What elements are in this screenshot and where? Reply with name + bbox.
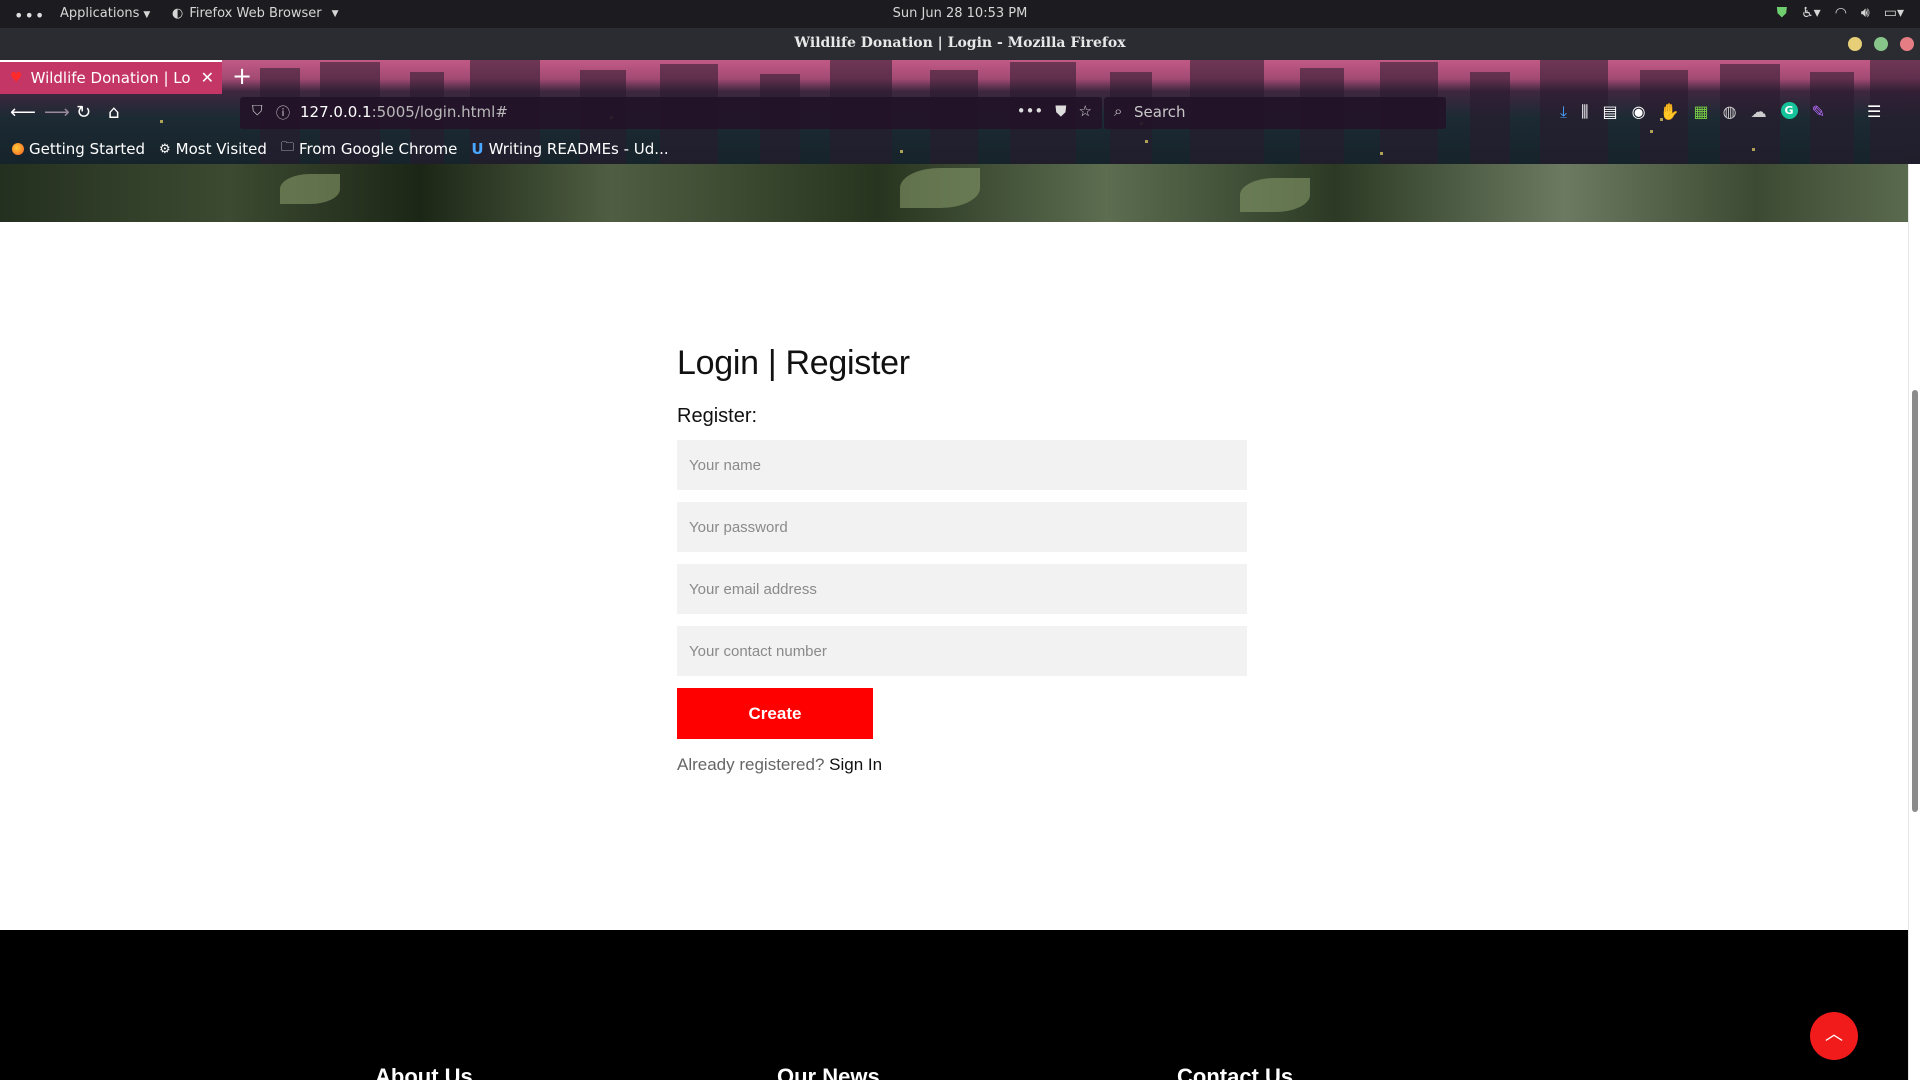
bookmark-writing-readmes[interactable]: U Writing READMEs - Ud...	[471, 140, 668, 158]
url-host: 127.0.0.1	[300, 103, 372, 121]
tab-title: Wildlife Donation | Log	[30, 69, 191, 87]
bookmark-getting-started[interactable]: Getting Started	[12, 140, 145, 158]
window-title: Wildlife Donation | Login - Mozilla Fire…	[794, 35, 1126, 51]
page-actions-icon[interactable]: •••	[1017, 102, 1044, 120]
back-arrow-icon[interactable]: ⟵	[10, 102, 36, 123]
extension-icon[interactable]: ☁	[1751, 102, 1767, 122]
chevron-down-icon: ▼	[143, 10, 151, 20]
tracking-shield-icon[interactable]: ⛉	[252, 103, 263, 119]
contact-number-field[interactable]	[677, 626, 1247, 676]
system-tray[interactable]: ⛊ ♿▾ ◠ 🔊︎ ▭▾	[1777, 5, 1904, 21]
bookmark-star-icon[interactable]: ☆	[1079, 102, 1092, 120]
close-tab-icon[interactable]: ✕	[201, 68, 214, 87]
close-window-button[interactable]	[1900, 37, 1914, 51]
register-form: Login | Register Register: Create Alread…	[677, 344, 1247, 775]
extension-icon[interactable]: ◍	[1723, 102, 1737, 122]
accessibility-icon[interactable]: ♿▾	[1801, 5, 1821, 21]
url-text[interactable]: 127.0.0.1:5005/login.html#	[300, 103, 508, 121]
footer: About Us Our News Contact Us	[0, 930, 1908, 1080]
toolbar-icons: ⤓ ⫼ ▤ ◉ ✋ ▦ ◍ ☁ G ✎ ☰	[1560, 102, 1881, 122]
udacity-icon: U	[471, 140, 484, 158]
navigation-toolbar: ⟵ ⟶ ↻ ⌂ ⛉ ⓘ 127.0.0.1:5005/login.html# •…	[0, 94, 1920, 134]
account-icon[interactable]: ◉	[1632, 102, 1646, 122]
search-icon: ⌕	[1114, 102, 1123, 120]
leaf-decoration	[900, 168, 980, 208]
home-icon[interactable]: ⌂	[108, 102, 119, 123]
gear-icon: ⚙	[158, 141, 171, 157]
scroll-to-top-button[interactable]: ︿	[1810, 1012, 1858, 1060]
window-titlebar: Wildlife Donation | Login - Mozilla Fire…	[0, 28, 1920, 60]
applications-label: Applications	[60, 6, 140, 21]
already-registered-row: Already registered? Sign In	[677, 755, 1247, 775]
forward-arrow-icon[interactable]: ⟶	[44, 102, 70, 123]
folder-icon: 🗀	[280, 140, 294, 155]
email-field[interactable]	[677, 564, 1247, 614]
password-field[interactable]	[677, 502, 1247, 552]
heart-icon: ♥	[10, 70, 23, 86]
leaf-decoration	[280, 174, 340, 204]
create-button[interactable]: Create	[677, 688, 873, 739]
chevron-up-icon: ︿	[1825, 1024, 1843, 1045]
system-top-bar: ••• Applications ▼ ◐ Firefox Web Browser ▼ …	[0, 0, 1920, 28]
footer-news-heading: Our News	[777, 1064, 880, 1080]
wifi-icon[interactable]: ◠	[1835, 5, 1847, 21]
new-tab-button[interactable]: +	[232, 62, 252, 90]
url-path: :5005/login.html#	[371, 103, 508, 121]
page-viewport: Login | Register Register: Create Alread…	[0, 164, 1908, 1080]
bookmark-most-visited[interactable]: ⚙ Most Visited	[159, 140, 267, 158]
name-field[interactable]	[677, 440, 1247, 490]
footer-contact-heading: Contact Us	[1177, 1064, 1294, 1080]
firefox-icon	[12, 143, 24, 155]
extension-icon[interactable]: ▦	[1693, 102, 1708, 122]
activities-button[interactable]: •••	[14, 6, 45, 25]
register-label: Register:	[677, 405, 758, 427]
already-registered-text: Already registered?	[677, 755, 825, 774]
pocket-icon[interactable]: ⛊	[1055, 102, 1066, 120]
applications-menu[interactable]: Applications ▼	[60, 6, 150, 21]
tab-active[interactable]: ♥ Wildlife Donation | Log ✕	[0, 60, 222, 94]
extension-icon[interactable]: ✋	[1660, 102, 1680, 122]
sign-in-link[interactable]: Sign In	[829, 755, 882, 774]
volume-icon[interactable]: 🔊︎	[1861, 5, 1870, 21]
bookmark-label: Getting Started	[29, 140, 145, 158]
bookmark-folder-google-chrome[interactable]: 🗀 From Google Chrome	[281, 138, 457, 160]
extension-icon[interactable]: ✎	[1812, 102, 1825, 122]
menu-icon[interactable]: ☰	[1867, 102, 1881, 122]
site-info-icon[interactable]: ⓘ	[276, 103, 290, 123]
battery-icon[interactable]: ▭▾	[1884, 5, 1904, 21]
shield-icon[interactable]: ⛊	[1777, 5, 1788, 21]
download-icon[interactable]: ⤓	[1560, 102, 1567, 122]
hero-image-strip	[0, 164, 1908, 222]
app-menu-firefox[interactable]: ◐ Firefox Web Browser ▼	[172, 6, 339, 21]
app-name-label: Firefox Web Browser	[189, 6, 322, 21]
maximize-button[interactable]	[1874, 37, 1888, 51]
search-placeholder: Search	[1134, 103, 1186, 121]
search-bar[interactable]: ⌕ Search	[1104, 97, 1446, 129]
library-icon[interactable]: ⫼	[1581, 102, 1588, 122]
page-title: Login | Register	[677, 344, 910, 382]
browser-chrome: ♥ Wildlife Donation | Log ✕ + ⟵ ⟶ ↻ ⌂ ⛉ …	[0, 60, 1920, 164]
sidebar-icon[interactable]: ▤	[1602, 102, 1617, 122]
grammarly-icon[interactable]: G	[1780, 102, 1798, 119]
leaf-decoration	[1240, 178, 1310, 212]
url-actions: ••• ⛊ ☆	[1017, 102, 1092, 120]
bookmark-label: Writing READMEs - Ud...	[488, 140, 669, 158]
bookmarks-toolbar: Getting Started ⚙ Most Visited 🗀 From Goog…	[0, 134, 1920, 164]
bookmark-label: Most Visited	[175, 140, 267, 158]
scrollbar-thumb[interactable]	[1912, 390, 1918, 812]
bookmark-label: From Google Chrome	[298, 140, 458, 158]
minimize-button[interactable]	[1848, 37, 1862, 51]
chevron-down-icon: ▼	[331, 8, 339, 19]
footer-about-heading: About Us	[375, 1064, 473, 1080]
page-scrollbar[interactable]	[1908, 164, 1920, 1080]
firefox-icon: ◐	[172, 6, 184, 21]
address-bar[interactable]: ⛉ ⓘ 127.0.0.1:5005/login.html# ••• ⛊ ☆	[240, 97, 1102, 129]
reload-icon[interactable]: ↻	[76, 102, 91, 123]
